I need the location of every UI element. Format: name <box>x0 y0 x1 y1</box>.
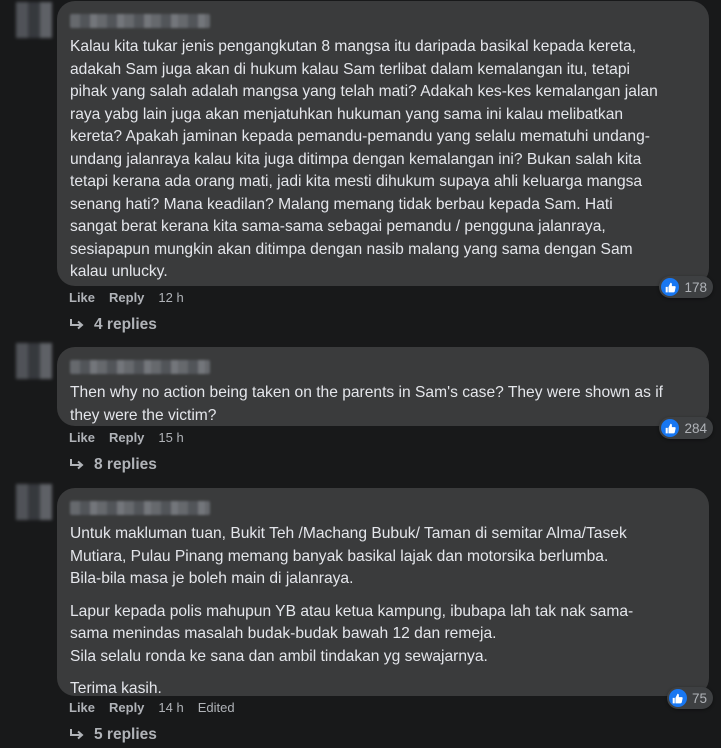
comment-actions: Like Reply 12 h <box>69 290 184 305</box>
reaction-count[interactable]: 178 <box>659 276 713 298</box>
reaction-number: 178 <box>684 279 707 295</box>
comment-text: Untuk makluman tuan, Bukit Teh /Machang … <box>70 523 695 701</box>
comment-text: Kalau kita tukar jenis pengangkutan 8 ma… <box>70 36 695 284</box>
reply-arrow-icon <box>70 319 84 330</box>
view-replies-button[interactable]: 5 replies <box>69 726 157 744</box>
thumbs-up-icon <box>661 419 680 437</box>
author-name-blurred[interactable] <box>70 14 210 28</box>
comment-text: Then why no action being taken on the pa… <box>70 382 695 427</box>
comment-bubble: Then why no action being taken on the pa… <box>57 347 709 426</box>
comment-bubble: Untuk makluman tuan, Bukit Teh /Machang … <box>57 488 709 697</box>
reply-arrow-icon <box>70 459 84 470</box>
comment-bubble: Kalau kita tukar jenis pengangkutan 8 ma… <box>57 1 709 286</box>
comment-paragraph: Kalau kita tukar jenis pengangkutan 8 ma… <box>70 38 658 280</box>
comment-actions: Like Reply 15 h <box>69 430 184 445</box>
author-name-blurred[interactable] <box>70 501 210 515</box>
reaction-number: 284 <box>684 420 707 436</box>
view-replies-button[interactable]: 8 replies <box>69 456 157 474</box>
thumbs-up-icon <box>668 689 687 707</box>
edited-label[interactable]: Edited <box>198 700 235 715</box>
comment-actions: Like Reply 14 h Edited <box>69 700 235 715</box>
comment-paragraph: Lapur kepada polis mahupun YB atau ketua… <box>70 602 634 665</box>
avatar[interactable] <box>16 2 52 38</box>
reply-button[interactable]: Reply <box>109 430 144 445</box>
reaction-number: 75 <box>691 690 707 706</box>
thumbs-up-icon <box>661 278 680 296</box>
replies-count: 4 replies <box>94 316 157 333</box>
reply-button[interactable]: Reply <box>109 290 144 305</box>
avatar[interactable] <box>16 343 52 379</box>
avatar[interactable] <box>16 484 52 520</box>
comment-paragraph: Terima kasih. <box>70 680 162 697</box>
reply-button[interactable]: Reply <box>109 700 144 715</box>
reaction-count[interactable]: 284 <box>659 417 713 439</box>
timestamp[interactable]: 15 h <box>158 430 183 445</box>
author-name-blurred[interactable] <box>70 360 210 374</box>
timestamp[interactable]: 14 h <box>158 700 183 715</box>
like-button[interactable]: Like <box>69 430 95 445</box>
replies-count: 8 replies <box>94 456 157 473</box>
reaction-count[interactable]: 75 <box>666 687 713 709</box>
timestamp[interactable]: 12 h <box>158 290 183 305</box>
reply-arrow-icon <box>70 729 84 740</box>
view-replies-button[interactable]: 4 replies <box>69 316 157 334</box>
comment-paragraph: Untuk makluman tuan, Bukit Teh /Machang … <box>70 525 627 587</box>
like-button[interactable]: Like <box>69 700 95 715</box>
comment-paragraph: Then why no action being taken on the pa… <box>70 384 663 424</box>
replies-count: 5 replies <box>94 726 157 743</box>
like-button[interactable]: Like <box>69 290 95 305</box>
